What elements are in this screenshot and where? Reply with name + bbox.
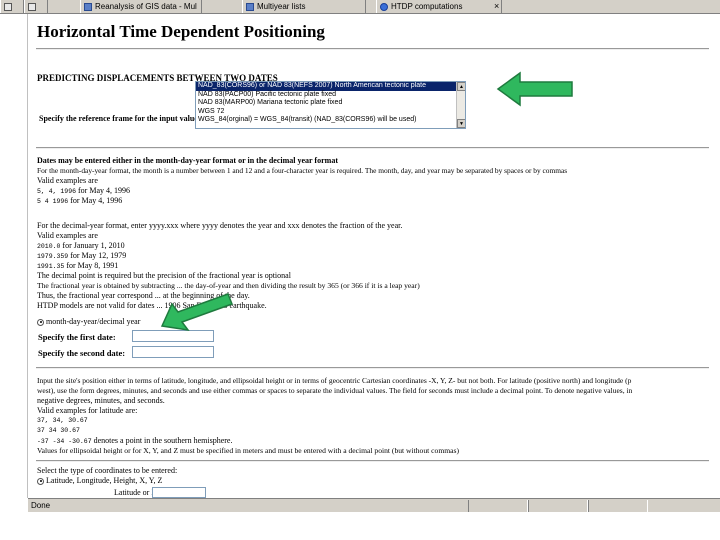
status-bar: Done <box>28 498 720 512</box>
ref-frame-listbox[interactable]: NAD_83(CORS96) or NAD 83(NEFS 2007) Nort… <box>195 81 466 129</box>
second-date-label: Specify the second date: <box>38 348 126 358</box>
decimal-description: For the decimal-year format, enter yyyy.… <box>37 221 403 230</box>
status-cell <box>528 500 588 512</box>
divider <box>36 147 712 149</box>
lat-example-2: 37 34 30.67 <box>37 427 80 434</box>
taskbar-button-2[interactable] <box>24 0 48 13</box>
valid-examples-label: Valid examples are <box>37 176 98 185</box>
annotation-arrow-icon <box>496 71 573 107</box>
taskbar-button-multiyear[interactable]: Multiyear lists <box>242 0 366 13</box>
taskbar-button-htdp[interactable]: HTDP computations <box>376 0 502 13</box>
scroll-down-icon[interactable]: ▼ <box>457 119 465 128</box>
second-date-input[interactable] <box>132 346 214 358</box>
scroll-up-icon[interactable]: ▲ <box>457 82 465 91</box>
status-cell <box>588 500 648 512</box>
divider <box>36 48 712 50</box>
lat-example-1: 37, 34, 30.67 <box>37 417 88 424</box>
ref-frame-option-4[interactable]: WGS 72 <box>196 108 465 117</box>
blank-icon <box>28 2 36 11</box>
ref-frame-label: Specify the reference frame for the inpu… <box>39 114 204 123</box>
mdy-description: For the month-day-year format, the month… <box>37 166 568 175</box>
coord-option-row[interactable]: Latitude, Longitude, Height, X, Y, Z <box>37 476 162 486</box>
lat-input[interactable] <box>152 487 206 498</box>
ref-frame-option-2[interactable]: NAD 83(PACP00) Pacific tectonic plate fi… <box>196 91 465 100</box>
annotation-arrow-icon <box>160 293 233 332</box>
radio-mdy[interactable] <box>37 318 44 326</box>
radio-mdy-row[interactable]: month-day-year/decimal year <box>37 317 140 327</box>
taskbar-button-1[interactable] <box>0 0 24 13</box>
page-scrollbar[interactable] <box>709 14 720 498</box>
left-pane <box>0 14 28 498</box>
dates-heading: Dates may be entered either in the month… <box>37 156 338 165</box>
bottom-margin <box>0 512 720 540</box>
document-icon <box>84 2 92 11</box>
valid-examples-label-2: Valid examples are <box>37 231 98 240</box>
first-date-label: Specify the first date: <box>38 332 116 342</box>
document-icon <box>246 2 254 11</box>
position-description-2: west), use the form degrees, minutes, an… <box>37 386 633 395</box>
coord-type-label: Select the type of coordinates to be ent… <box>37 466 178 475</box>
radio-coord-type[interactable] <box>37 477 44 485</box>
ref-frame-option-5[interactable]: WGS_84(orginal) = WGS_84(transit) (NAD_8… <box>196 116 465 125</box>
taskbar-button-reanalysis[interactable]: Reanalysis of GIS data - Mul <box>80 0 202 13</box>
divider <box>36 367 712 369</box>
mdy-example-2: 5 4 1996 for May 4, 1996 <box>37 196 123 205</box>
blank-icon <box>4 2 12 11</box>
close-icon[interactable]: × <box>494 0 499 13</box>
page-title: Horizontal Time Dependent Positioning <box>37 22 325 41</box>
ref-frame-option-3[interactable]: NAD 83(MARP00) Mariana tectonic plate fi… <box>196 99 465 108</box>
listbox-scrollbar[interactable]: ▲ ▼ <box>456 82 465 128</box>
divider <box>36 460 712 462</box>
browser-icon <box>380 2 388 11</box>
status-cell <box>468 500 528 512</box>
position-description-3: negative degrees, minutes, and seconds. <box>37 396 165 405</box>
status-text: Done <box>31 501 51 510</box>
ref-frame-option-1[interactable]: NAD_83(CORS96) or NAD 83(NEFS 2007) Nort… <box>196 82 465 91</box>
taskbar: Reanalysis of GIS data - Mul Multiyear l… <box>0 0 720 14</box>
decimal-note-1: The decimal point is required but the pr… <box>37 271 291 280</box>
position-description-1: Input the site's position either in term… <box>37 376 632 385</box>
height-description: Values for ellipsoidal height or for X, … <box>37 446 459 455</box>
lat-examples-label: Valid examples for latitude are: <box>37 406 138 415</box>
lat-field-label: Latitude or X <box>114 488 158 497</box>
